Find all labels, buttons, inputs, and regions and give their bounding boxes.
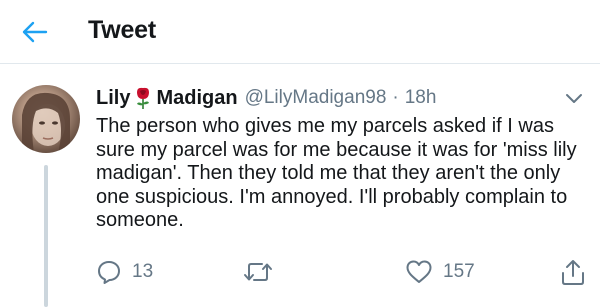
heart-icon [406,260,432,283]
chevron-down-icon [566,94,582,103]
back-arrow-icon [22,21,48,43]
avatar-image [22,92,70,153]
tweet-timestamp[interactable]: 18h [405,87,437,109]
tweet-page: Tweet Lily Madigan @LilyMadigan98 · 18h [0,0,600,307]
tweet-text: The person who gives me my parcels asked… [96,115,577,231]
page-title: Tweet [88,16,156,44]
retweet-button[interactable] [243,255,273,289]
reply-count: 13 [132,261,154,282]
reply-button[interactable]: 13 [96,255,153,289]
reply-icon [98,261,120,284]
share-button[interactable] [560,255,586,289]
back-button[interactable] [18,15,52,49]
retweet-icon [244,263,272,281]
like-button[interactable]: 157 [405,255,475,289]
user-handle[interactable]: @LilyMadigan98 [245,87,387,109]
display-name-first[interactable]: Lily [96,87,130,110]
top-bar: Tweet [0,0,600,64]
display-name-last[interactable]: Madigan [156,87,237,110]
separator-dot: · [392,87,399,108]
share-icon [562,260,584,285]
tweet-author-row: Lily Madigan @LilyMadigan98 · 18h [96,84,436,112]
tweet-action-bar: 13 157 [0,255,600,289]
tweet-options-button[interactable] [562,88,586,108]
rose-icon [137,87,150,109]
avatar[interactable] [12,85,80,153]
like-count: 157 [443,261,475,282]
